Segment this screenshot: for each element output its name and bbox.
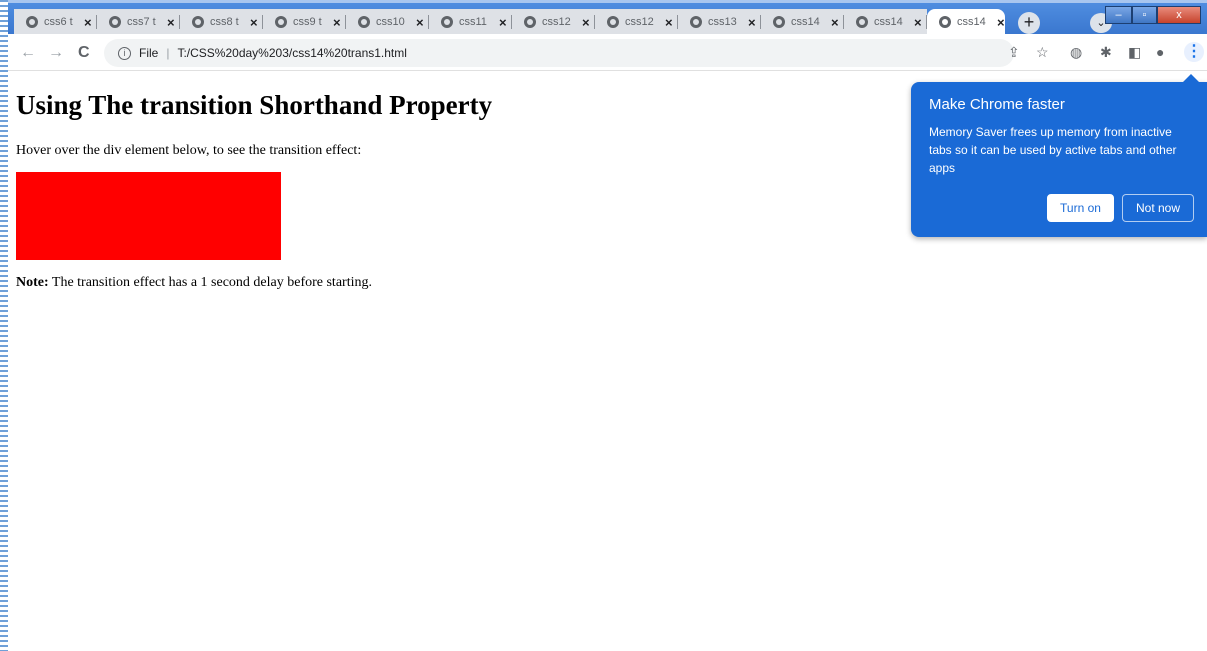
tab-close-button[interactable]: × — [997, 15, 1005, 30]
tab-close-button[interactable]: × — [499, 15, 507, 30]
tab-title: css12 — [625, 16, 654, 28]
tab-close-button[interactable]: × — [167, 15, 175, 30]
browser-toolbar: ← → C i File | T:/CSS%20day%203/css14%20… — [8, 34, 1207, 71]
globe-icon — [773, 16, 785, 28]
browser-window: css6 t × css7 t × css8 t × css9 t × css10 × c… — [8, 0, 1207, 651]
globe-icon — [275, 16, 287, 28]
tab[interactable]: css10 × — [346, 9, 429, 35]
globe-icon — [939, 16, 951, 28]
back-button[interactable]: ← — [20, 44, 36, 62]
globe-icon — [441, 16, 453, 28]
globe-icon — [358, 16, 370, 28]
close-window-button[interactable]: x — [1157, 6, 1201, 24]
shield-extension-icon[interactable]: ◍ — [1070, 44, 1082, 61]
note-label: Note: — [16, 275, 49, 290]
tab-title: css11 — [459, 16, 487, 28]
tab-title: css9 t — [293, 16, 322, 28]
side-panel-icon[interactable]: ◧ — [1128, 44, 1141, 61]
tab-close-button[interactable]: × — [416, 15, 424, 30]
tab-title: css7 t — [127, 16, 156, 28]
tab[interactable]: css14 × — [761, 9, 844, 35]
tab-title: css14 — [957, 16, 986, 28]
info-icon[interactable]: i — [118, 46, 131, 60]
tab[interactable]: css12 × — [512, 9, 595, 35]
tab-close-button[interactable]: × — [914, 15, 922, 30]
tab-close-button[interactable]: × — [333, 15, 341, 30]
tab-close-button[interactable]: × — [84, 15, 92, 30]
tab-close-button[interactable]: × — [582, 15, 590, 30]
tab-title: css14 — [791, 16, 820, 28]
separator: | — [166, 46, 170, 60]
globe-icon — [856, 16, 868, 28]
tab-close-button[interactable]: × — [250, 15, 258, 30]
left-edge-decoration — [0, 0, 8, 651]
tab[interactable]: css8 t × — [180, 9, 263, 35]
url-text[interactable]: T:/CSS%20day%203/css14%20trans1.html — [177, 46, 406, 60]
tab[interactable]: css12 × — [595, 9, 678, 35]
not-now-button[interactable]: Not now — [1122, 194, 1194, 222]
note-paragraph: Note: The transition effect has a 1 seco… — [16, 275, 372, 291]
tab-list: css6 t × css7 t × css8 t × css9 t × css10 × c… — [14, 9, 1005, 37]
tab-title: css14 — [874, 16, 903, 28]
tab[interactable]: css14 × — [844, 9, 927, 35]
tab-close-button[interactable]: × — [665, 15, 673, 30]
globe-icon — [524, 16, 536, 28]
globe-icon — [192, 16, 204, 28]
page-heading: Using The transition Shorthand Property — [16, 90, 493, 120]
tab[interactable]: css9 t × — [263, 9, 346, 35]
new-tab-button[interactable]: + — [1018, 12, 1040, 34]
globe-icon — [690, 16, 702, 28]
profile-avatar-icon[interactable]: ● — [1156, 44, 1164, 60]
reload-button[interactable]: C — [78, 44, 90, 62]
turn-on-button[interactable]: Turn on — [1047, 194, 1114, 222]
intro-text: Hover over the div element below, to see… — [16, 143, 362, 158]
globe-icon — [109, 16, 121, 28]
popup-title: Make Chrome faster — [929, 96, 1065, 113]
tab-title: css13 — [708, 16, 737, 28]
address-bar[interactable]: i File | T:/CSS%20day%203/css14%20trans1… — [104, 39, 1014, 67]
tab[interactable]: css11 × — [429, 9, 512, 35]
note-text: The transition effect has a 1 second del… — [48, 275, 372, 290]
globe-icon — [607, 16, 619, 28]
tab[interactable]: css6 t × — [14, 9, 97, 35]
window-controls: – ▫ x — [1105, 6, 1201, 24]
tab-title: css12 — [542, 16, 571, 28]
forward-button[interactable]: → — [48, 44, 64, 62]
scheme-label: File — [139, 46, 159, 60]
tab-strip: css6 t × css7 t × css8 t × css9 t × css10 × c… — [8, 0, 1207, 37]
share-icon[interactable]: ⇪ — [1008, 44, 1020, 61]
popup-body: Memory Saver frees up memory from inacti… — [929, 125, 1177, 175]
tab-title: css8 t — [210, 16, 239, 28]
tab-close-button[interactable]: × — [831, 15, 839, 30]
tab-active[interactable]: css14 × — [927, 9, 1005, 35]
globe-icon — [26, 16, 38, 28]
tab[interactable]: css7 t × — [97, 9, 180, 35]
menu-kebab-icon[interactable]: ⋮ — [1184, 42, 1204, 62]
transition-box[interactable] — [16, 172, 281, 260]
minimize-button[interactable]: – — [1105, 6, 1132, 24]
tab-title: css6 t — [44, 16, 73, 28]
tab-title: css10 — [376, 16, 405, 28]
star-icon[interactable]: ☆ — [1036, 44, 1049, 61]
memory-saver-popup: Make Chrome faster Memory Saver frees up… — [911, 74, 1207, 237]
tab[interactable]: css13 × — [678, 9, 761, 35]
tab-close-button[interactable]: × — [748, 15, 756, 30]
maximize-button[interactable]: ▫ — [1132, 6, 1157, 24]
extensions-puzzle-icon[interactable]: ✱ — [1100, 44, 1112, 61]
